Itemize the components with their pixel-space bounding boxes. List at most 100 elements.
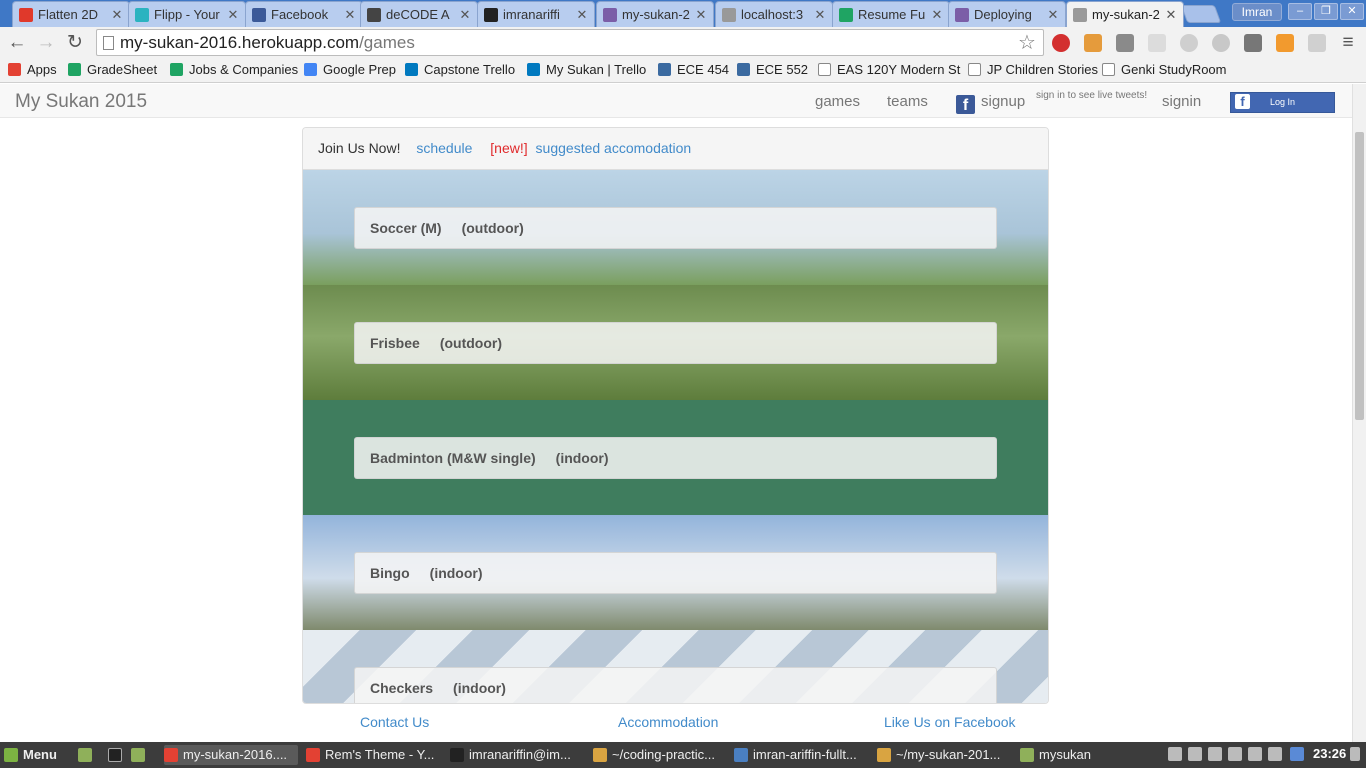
opera-extension-icon[interactable] xyxy=(1052,34,1070,52)
app-icon xyxy=(734,748,748,762)
back-icon[interactable]: ← xyxy=(5,31,29,55)
extension-icon[interactable] xyxy=(1244,34,1262,52)
restore-icon[interactable]: ❐ xyxy=(1314,3,1338,20)
user-icon[interactable] xyxy=(1168,747,1182,761)
tab-close-icon[interactable]: ✕ xyxy=(575,7,589,23)
browser-tab[interactable]: my-sukan-2 ✕ xyxy=(596,1,714,27)
bookmark-item[interactable]: Jobs & Companies xyxy=(170,62,298,77)
tab-close-icon[interactable]: ✕ xyxy=(343,7,357,23)
tab-close-icon[interactable]: ✕ xyxy=(458,7,472,23)
tab-close-icon[interactable]: ✕ xyxy=(226,7,240,23)
menu-icon[interactable]: ≡ xyxy=(1336,31,1360,55)
browser-tab[interactable]: Facebook ✕ xyxy=(245,1,363,27)
browser-tab[interactable]: imranariffi ✕ xyxy=(477,1,595,27)
nav-games[interactable]: games xyxy=(815,93,860,110)
bookmark-item[interactable]: GradeSheet xyxy=(68,62,157,77)
taskbar-window-button[interactable]: ~/my-sukan-201... xyxy=(877,745,1012,765)
contact-link[interactable]: Contact Us xyxy=(360,714,429,730)
volume-icon[interactable] xyxy=(1248,747,1262,761)
shield-icon[interactable] xyxy=(1290,747,1304,761)
game-card[interactable]: Checkers (indoor) xyxy=(354,667,997,703)
extension-icon[interactable] xyxy=(1212,34,1230,52)
wifi-icon[interactable] xyxy=(1228,747,1242,761)
accommodation-link[interactable]: suggested accomodation xyxy=(536,140,692,156)
extension-icon[interactable] xyxy=(1276,34,1294,52)
browser-tab[interactable]: Flipp - Your ✕ xyxy=(128,1,246,27)
website: My Sukan 2015 games teams f signup sign i… xyxy=(0,84,1352,742)
favicon-icon xyxy=(839,7,853,22)
bookmark-item[interactable]: Google Prep xyxy=(304,62,396,77)
profile-button[interactable]: Imran xyxy=(1232,3,1282,21)
browser-tab[interactable]: my-sukan-2 ✕ xyxy=(1066,1,1184,27)
tab-close-icon[interactable]: ✕ xyxy=(813,7,827,23)
game-card[interactable]: Soccer (M) (outdoor) xyxy=(354,207,997,249)
game-card[interactable]: Frisbee (outdoor) xyxy=(354,322,997,364)
clock[interactable]: 23:26 xyxy=(1313,746,1346,761)
app-icon xyxy=(593,748,607,762)
nav-signup[interactable]: f signup xyxy=(956,93,1025,114)
extension-icon[interactable] xyxy=(1180,34,1198,52)
bookmark-item[interactable]: ECE 552 xyxy=(737,62,808,77)
new-tab-button[interactable] xyxy=(1180,5,1222,23)
accommodation-footer-link[interactable]: Accommodation xyxy=(618,714,718,730)
favicon-icon xyxy=(484,7,498,22)
extension-icon[interactable] xyxy=(1308,34,1326,52)
taskbar-window-button[interactable]: imran-ariffin-fullt... xyxy=(734,745,869,765)
tab-close-icon[interactable]: ✕ xyxy=(110,7,124,23)
bookmark-item[interactable]: JP Children Stories xyxy=(968,62,1098,77)
bookmark-item[interactable]: ECE 454 xyxy=(658,62,729,77)
facebook-like-link[interactable]: Like Us on Facebook xyxy=(884,714,1016,730)
close-window-icon[interactable]: ✕ xyxy=(1340,3,1364,20)
extension-icon[interactable] xyxy=(1084,34,1102,52)
minimize-icon[interactable]: – xyxy=(1288,3,1312,20)
browser-tab[interactable]: localhost:3 ✕ xyxy=(715,1,833,27)
game-name: Frisbee xyxy=(370,335,420,351)
schedule-link[interactable]: schedule xyxy=(416,140,472,156)
address-bar[interactable]: my-sukan-2016.herokuapp.com/games xyxy=(96,29,1044,56)
bookmark-item[interactable]: Apps xyxy=(8,62,57,77)
game-card[interactable]: Badminton (M&W single) (indoor) xyxy=(354,437,997,479)
site-brand[interactable]: My Sukan 2015 xyxy=(15,91,147,113)
tab-close-icon[interactable]: ✕ xyxy=(1046,7,1060,23)
tab-close-icon[interactable]: ✕ xyxy=(930,7,944,23)
taskbar-window-button[interactable]: ~/coding-practic... xyxy=(593,745,726,765)
browser-tab[interactable]: Deploying ✕ xyxy=(948,1,1066,27)
reload-icon[interactable]: ↻ xyxy=(63,31,87,55)
taskbar-window-button[interactable]: my-sukan-2016.... xyxy=(164,745,298,765)
game-card[interactable]: Bingo (indoor) xyxy=(354,552,997,594)
tab-close-icon[interactable]: ✕ xyxy=(694,7,708,23)
scrollbar-thumb[interactable] xyxy=(1355,132,1364,420)
tab-label: deCODE A xyxy=(386,7,450,22)
nav-teams[interactable]: teams xyxy=(887,93,928,110)
favicon-icon xyxy=(1073,7,1087,22)
tab-close-icon[interactable]: ✕ xyxy=(1164,7,1178,23)
terminal-launcher-icon[interactable] xyxy=(108,745,127,765)
bluetooth-icon[interactable] xyxy=(1208,747,1222,761)
extension-icon[interactable] xyxy=(1148,34,1166,52)
taskbar-window-button[interactable]: Rem's Theme - Y... xyxy=(306,745,442,765)
bookmark-item[interactable]: Genki StudyRoom xyxy=(1102,62,1227,77)
nav-signin[interactable]: signin xyxy=(1162,93,1201,110)
browser-tab[interactable]: Flatten 2D ✕ xyxy=(12,1,130,27)
browser-tab[interactable]: Resume Fu ✕ xyxy=(832,1,950,27)
bookmark-item[interactable]: My Sukan | Trello xyxy=(527,62,646,77)
screen-icon[interactable] xyxy=(1188,747,1202,761)
bookmark-item[interactable]: Capstone Trello xyxy=(405,62,515,77)
taskbar-window-button[interactable]: imranariffin@im... xyxy=(450,745,585,765)
favicon-icon xyxy=(252,7,266,22)
facebook-login-label: Log In xyxy=(1269,97,1296,107)
bookmark-star-icon[interactable]: ☆ xyxy=(1018,30,1036,55)
bookmark-item[interactable]: EAS 120Y Modern St xyxy=(818,62,960,77)
browser-tab[interactable]: deCODE A ✕ xyxy=(360,1,478,27)
facebook-login-button[interactable]: f Log In xyxy=(1230,92,1335,113)
extension-icon[interactable] xyxy=(1116,34,1134,52)
files-launcher-icon[interactable] xyxy=(131,745,150,765)
page-scrollbar[interactable] xyxy=(1352,84,1366,742)
start-menu-button[interactable]: Menu xyxy=(4,745,57,765)
forward-icon[interactable]: → xyxy=(34,31,58,55)
battery-icon[interactable] xyxy=(1268,747,1282,761)
bookmark-label: Capstone Trello xyxy=(424,62,516,77)
notification-icon[interactable] xyxy=(1350,747,1360,761)
taskbar-window-button[interactable]: mysukan xyxy=(1020,745,1140,765)
show-desktop-icon[interactable] xyxy=(78,745,97,765)
